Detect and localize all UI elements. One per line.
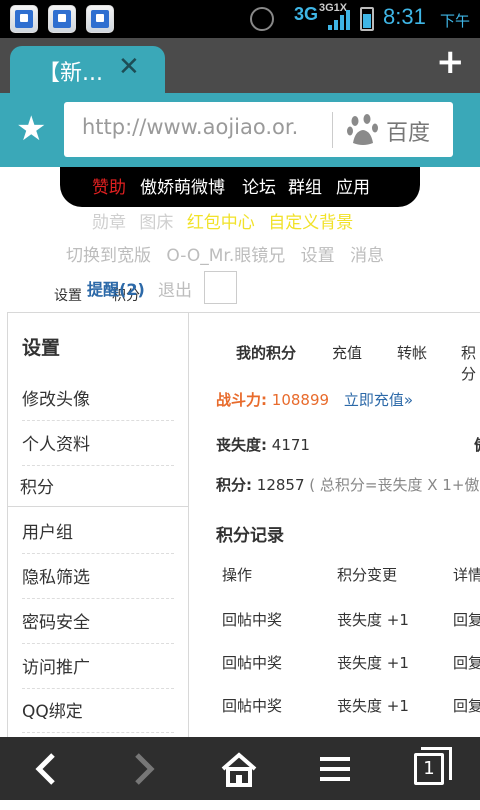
sidebar-item-qq[interactable]: QQ绑定 — [22, 697, 174, 733]
nav-weibo[interactable]: 傲娇萌微博 — [140, 173, 225, 198]
points-label: 积分: — [216, 476, 252, 494]
combat-label: 战斗力: — [216, 391, 267, 409]
search-box[interactable] — [204, 271, 237, 304]
back-icon[interactable] — [17, 743, 77, 795]
signal-icon — [328, 10, 350, 30]
record-op: 回帖中奖 — [222, 654, 283, 672]
nav-apps[interactable]: 应用 — [336, 173, 370, 198]
status-bar: 3G 3G1X 8:31 下午 — [0, 0, 480, 38]
divider — [332, 112, 333, 148]
loss-label: 丧失度: — [216, 436, 267, 454]
sidebar-item-profile[interactable]: 个人资料 — [22, 430, 174, 466]
points-value: 12857 — [256, 476, 305, 494]
record-change: 丧失度 +1 — [337, 654, 409, 672]
header-op: 操作 — [222, 566, 253, 584]
tab-switcher-icon[interactable]: 1 — [414, 747, 452, 785]
header-change: 积分变更 — [337, 566, 398, 584]
combat-power-row: 战斗力: 108899 立即充值» — [216, 389, 413, 410]
loss-extra: 傲 — [474, 434, 480, 455]
new-tab-icon[interactable]: + — [436, 42, 465, 82]
divider — [8, 506, 189, 507]
record-op: 回帖中奖 — [222, 697, 283, 715]
battery-icon — [360, 7, 374, 31]
record-detail[interactable]: 回复 — [453, 652, 480, 673]
browser-tab[interactable]: 【新... ✕ — [10, 46, 165, 94]
record-detail[interactable]: 回复 — [453, 609, 480, 630]
clock-ampm: 下午 — [440, 12, 471, 30]
notification-icon — [86, 5, 114, 33]
record-change: 丧失度 +1 — [337, 611, 409, 629]
record-change: 丧失度 +1 — [337, 697, 409, 715]
tab-title: 【新... — [38, 61, 103, 86]
search-engine-label[interactable]: 百度 — [386, 115, 430, 147]
web-page: 赞助 傲娇萌微博 论坛 群组 应用 勋章 图床 红包中心 自定义背景 切换到宽版… — [0, 167, 480, 737]
link-redpacket[interactable]: 红包中心 — [187, 213, 255, 233]
bookmark-star-icon[interactable]: ★ — [16, 109, 46, 149]
url-input[interactable]: http://www.aojiao.or. 百度 — [64, 102, 453, 157]
address-bar: ★ http://www.aojiao.or. 百度 — [0, 93, 480, 167]
header-detail: 详情 — [453, 566, 480, 584]
link-settings[interactable]: 设置 — [301, 246, 335, 266]
combat-value: 108899 — [271, 391, 330, 409]
recharge-link[interactable]: 立即充值» — [344, 391, 413, 409]
nav-groups[interactable]: 群组 — [288, 173, 322, 198]
link-remind[interactable]: 提醒(2) — [87, 276, 145, 300]
points-row: 积分: 12857 ( 总积分=丧失度 X 1+傲娇 — [216, 474, 480, 495]
sidebar-title: 设置 — [22, 337, 61, 359]
nav-sponsor[interactable]: 赞助 — [92, 173, 126, 198]
link-imagebed[interactable]: 图床 — [139, 213, 173, 233]
link-settings-small[interactable]: 设置 — [54, 285, 82, 305]
record-title: 积分记录 — [216, 526, 284, 546]
loss-value: 4171 — [271, 436, 310, 454]
close-tab-icon[interactable]: ✕ — [118, 52, 140, 82]
notification-icon — [10, 5, 38, 33]
sidebar-item-usergroup[interactable]: 用户组 — [22, 518, 174, 554]
link-medals[interactable]: 勋章 — [92, 213, 126, 233]
links-row-1: 勋章 图床 红包中心 自定义背景 — [92, 208, 361, 233]
settings-panel: 设置 修改头像 个人资料 积分 用户组 隐私筛选 密码安全 访问推广 QQ绑定 … — [7, 312, 480, 737]
site-nav: 赞助 傲娇萌微博 论坛 群组 应用 — [60, 167, 420, 207]
tab-transfer[interactable]: 转帐 — [397, 342, 427, 363]
url-text[interactable]: http://www.aojiao.or. — [82, 115, 317, 139]
sidebar-item-privacy[interactable]: 隐私筛选 — [22, 563, 174, 599]
record-op: 回帖中奖 — [222, 611, 283, 629]
browser-bottom-bar: 1 — [0, 737, 480, 800]
tab-recharge[interactable]: 充值 — [332, 342, 362, 363]
loss-row: 丧失度: 4171 — [216, 434, 310, 455]
notification-icon — [48, 5, 76, 33]
link-custom-bg[interactable]: 自定义背景 — [268, 213, 353, 233]
menu-icon[interactable] — [306, 743, 366, 795]
sidebar-item-avatar[interactable]: 修改头像 — [22, 385, 174, 421]
links-row-3: 设置 积分 提醒(2) 退出 — [0, 271, 480, 305]
link-wide-version[interactable]: 切换到宽版 — [66, 246, 151, 266]
sidebar-item-password[interactable]: 密码安全 — [22, 608, 174, 644]
baidu-paw-icon[interactable] — [347, 113, 379, 147]
link-logout[interactable]: 退出 — [158, 276, 192, 301]
forward-icon[interactable] — [113, 743, 173, 795]
settings-sidebar: 设置 修改头像 个人资料 积分 用户组 隐私筛选 密码安全 访问推广 QQ绑定 — [8, 313, 189, 737]
record-detail[interactable]: 回复 — [453, 695, 480, 716]
points-main: 我的积分 充值 转帐 积分 战斗力: 108899 立即充值» 丧失度: 417… — [189, 313, 480, 737]
nav-forum[interactable]: 论坛 — [242, 173, 276, 198]
link-username[interactable]: O-O_Mr.眼镜兄 — [166, 246, 285, 266]
tab-my-points[interactable]: 我的积分 — [236, 342, 296, 363]
sidebar-item-promote[interactable]: 访问推广 — [22, 653, 174, 689]
clock: 8:31 — [383, 4, 426, 29]
home-icon[interactable] — [209, 743, 269, 795]
links-row-2: 切换到宽版 O-O_Mr.眼镜兄 设置 消息 — [66, 241, 394, 266]
points-note: ( 总积分=丧失度 X 1+傲娇 — [309, 476, 480, 494]
network-indicator: 3G 3G1X — [294, 2, 348, 24]
link-messages[interactable]: 消息 — [350, 246, 384, 266]
tab-points-more[interactable]: 积分 — [461, 342, 480, 384]
sidebar-item-points[interactable]: 积分 — [20, 473, 172, 508]
alarm-icon — [250, 7, 274, 31]
browser-tab-bar: 【新... ✕ + — [0, 38, 480, 94]
